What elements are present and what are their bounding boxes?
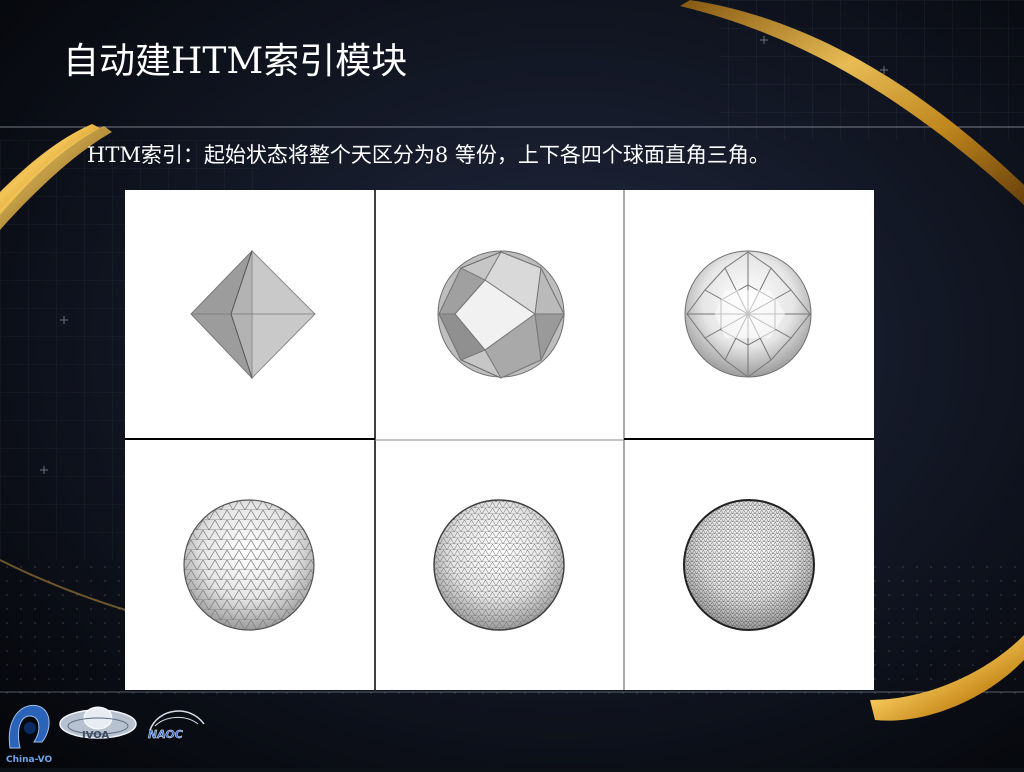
sphere-level-1	[437, 250, 565, 379]
sphere-level-4	[433, 499, 565, 631]
ivoa-logo-text: IVOA	[82, 730, 110, 741]
sphere-level-5	[683, 499, 815, 631]
sphere-level-2	[684, 250, 812, 378]
slide-caption: HTM索引：起始状态将整个天区分为8 等份，上下各四个球面直角三角。	[87, 143, 770, 167]
chinavo-logo: China-VO	[6, 704, 52, 765]
chinavo-logo-text: China-VO	[6, 755, 52, 765]
htm-figure-grid	[125, 190, 874, 690]
sphere-level-3	[183, 499, 315, 631]
ivoa-logo: IVOA	[59, 706, 137, 741]
naoc-logo: NAOC	[148, 710, 205, 741]
octahedron-level-0	[190, 249, 316, 380]
naoc-logo-text: NAOC	[148, 728, 183, 741]
slide-title: 自动建HTM索引模块	[63, 41, 408, 82]
organization-logos: China-VO IVOA NAOC	[0, 690, 220, 768]
